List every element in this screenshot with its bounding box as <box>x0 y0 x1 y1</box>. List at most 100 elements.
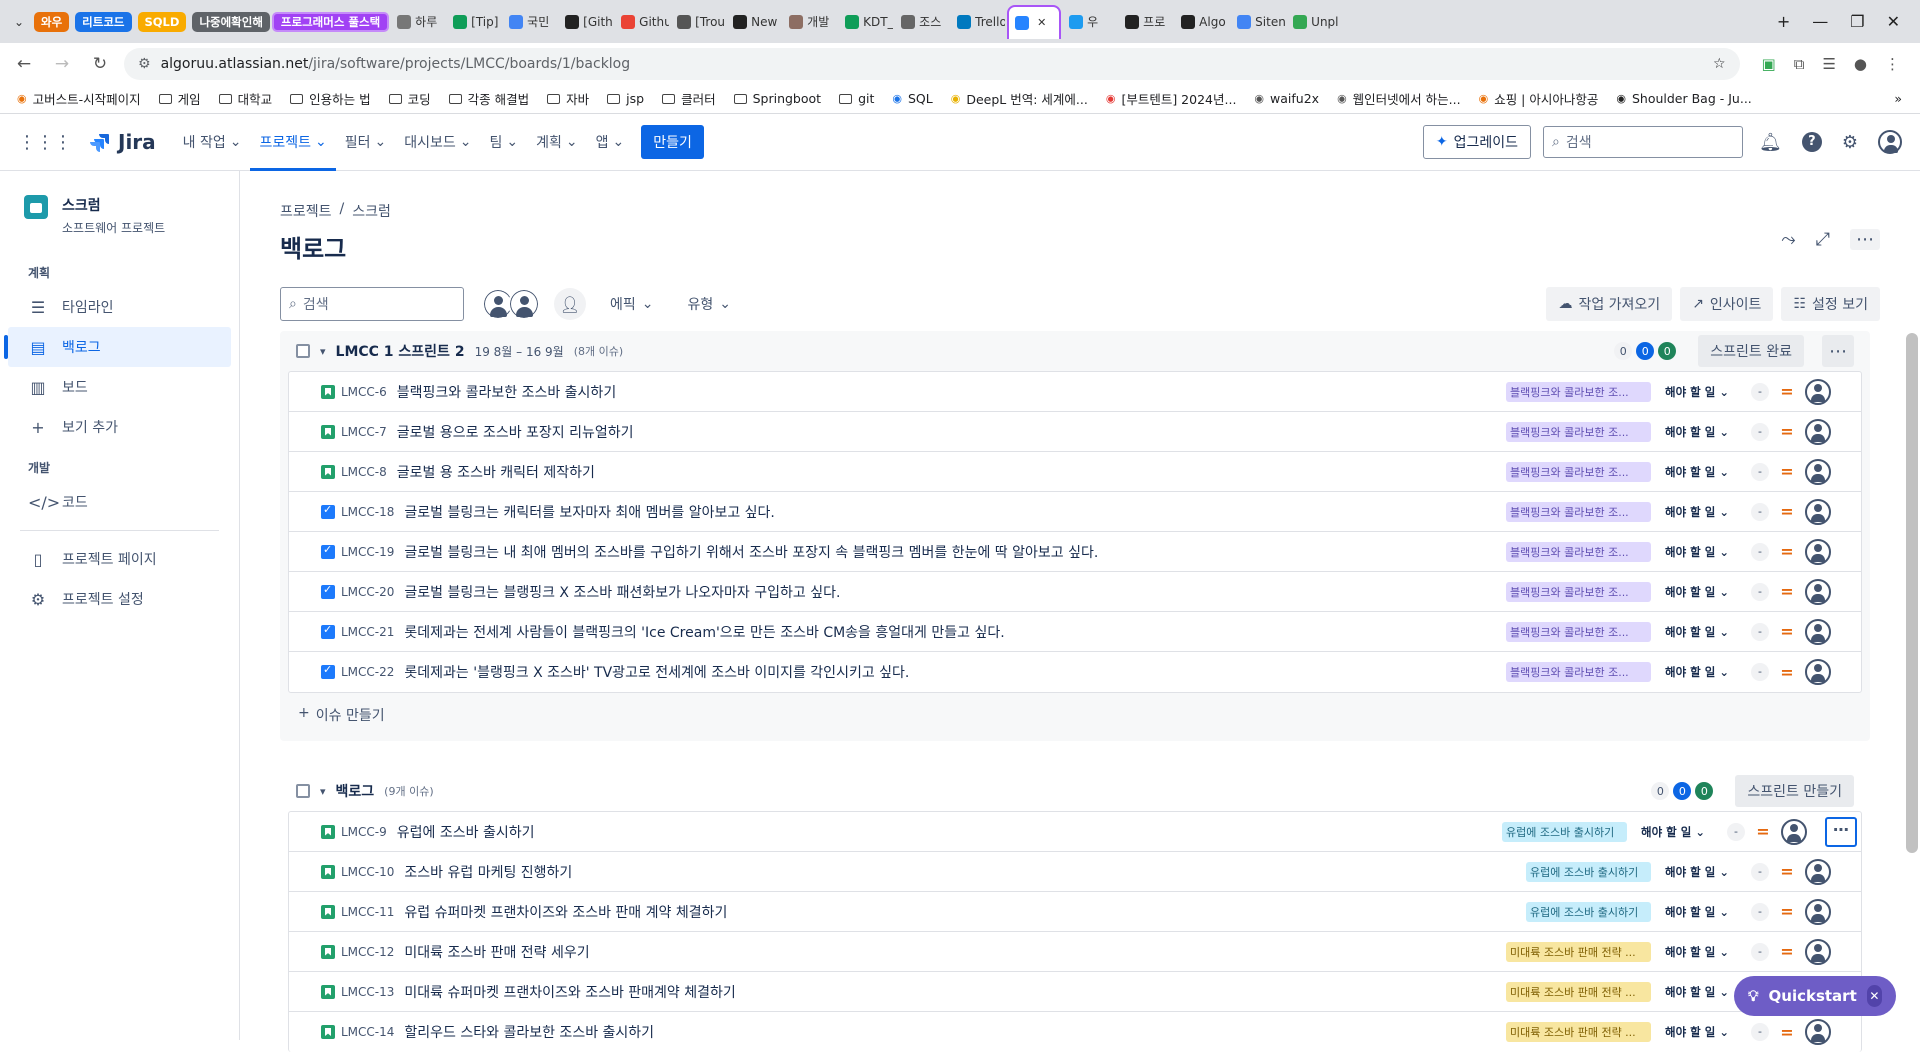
bookmark-item[interactable]: jsp <box>598 91 653 106</box>
issue-row[interactable]: LMCC-10 조스바 유럽 마케팅 진행하기 유럽에 조스바 출시하기 해야 할 일… <box>289 852 1861 892</box>
status-dropdown[interactable]: 해야 할 일 ⌄ <box>1661 582 1741 602</box>
browser-tab[interactable]: 우 <box>1063 8 1117 36</box>
nav-dashboards[interactable]: 대시보드 ⌄ <box>395 114 480 171</box>
story-points-estimate[interactable]: - <box>1751 902 1769 921</box>
issue-row[interactable]: LMCC-6 블랙핑크와 콜라보한 조스바 출시하기 블랙핑크와 콜라보한 조...… <box>289 372 1861 412</box>
settings-icon[interactable]: ⚙ <box>1842 132 1858 153</box>
issue-row[interactable]: LMCC-12 미대륙 조스바 판매 전략 세우기 미대륙 조스바 판매 전략 ..… <box>289 932 1861 972</box>
browser-tab[interactable]: [Tip] <box>447 8 501 36</box>
issue-summary[interactable]: 미대륙 슈퍼마켓 프랜차이즈와 조스바 판매계약 체결하기 <box>404 982 735 1002</box>
assignee-avatar[interactable] <box>1805 418 1831 445</box>
story-points-estimate[interactable]: - <box>1751 862 1769 881</box>
issue-key[interactable]: LMCC-12 <box>341 945 394 959</box>
epic-badge[interactable]: 미대륙 조스바 판매 전략 ... <box>1506 941 1651 962</box>
browser-tab[interactable]: KDT_ <box>839 8 893 36</box>
epic-badge[interactable]: 유럽에 조스바 출시하기 <box>1526 861 1651 882</box>
nav-plans[interactable]: 계획 ⌄ <box>527 114 587 171</box>
nav-projects[interactable]: 프로젝트 ⌄ <box>250 114 336 171</box>
profile-icon[interactable]: ● <box>1854 55 1867 73</box>
issue-summary[interactable]: 유럽 슈퍼마켓 프랜차이즈와 조스바 판매 계약 체결하기 <box>404 902 727 922</box>
chevron-down-icon[interactable]: ▾ <box>320 345 326 358</box>
sidebar-item-timeline[interactable]: ☰ 타임라인 <box>8 287 231 327</box>
share-icon[interactable]: ⤳ <box>1781 229 1795 250</box>
create-sprint-button[interactable]: 스프린트 만들기 <box>1735 775 1854 807</box>
new-tab-icon[interactable]: + <box>1777 12 1790 31</box>
issue-summary[interactable]: 미대륙 조스바 판매 전략 세우기 <box>404 942 589 962</box>
row-more-button[interactable]: ⋯ <box>1825 816 1857 847</box>
nav-apps[interactable]: 앱 ⌄ <box>587 114 634 171</box>
close-icon[interactable]: ✕ <box>1866 985 1882 1007</box>
status-dropdown[interactable]: 해야 할 일 ⌄ <box>1661 1022 1741 1042</box>
issue-row[interactable]: LMCC-14 할리우드 스타와 콜라보한 조스바 출시하기 미대륙 조스바 판매 … <box>289 1012 1861 1052</box>
assignee-avatar[interactable] <box>1805 618 1831 645</box>
epic-badge[interactable]: 유럽에 조스바 출시하기 <box>1526 901 1651 922</box>
complete-sprint-button[interactable]: 스프린트 완료 <box>1698 335 1804 367</box>
epic-badge[interactable]: 블랙핑크와 콜라보한 조... <box>1506 621 1651 642</box>
browser-tab[interactable]: Trello <box>951 8 1005 36</box>
epic-badge[interactable]: 미대륙 조스바 판매 전략 ... <box>1506 981 1651 1002</box>
reload-icon[interactable]: ↻ <box>86 50 114 78</box>
bookmark-item[interactable]: git <box>830 91 883 106</box>
sprint-checkbox[interactable] <box>296 344 310 358</box>
issue-row[interactable]: LMCC-7 글로벌 용으로 조스바 포장지 리뉴얼하기 블랙핑크와 콜라보한 조.… <box>289 412 1861 452</box>
bookmark-star-icon[interactable]: ☆ <box>1713 56 1726 72</box>
issue-key[interactable]: LMCC-19 <box>341 545 394 559</box>
issue-row[interactable]: LMCC-22 롯데제과는 '블랭핑크 X 조스바' TV광고로 전세계에 조스바… <box>289 652 1861 692</box>
issue-key[interactable]: LMCC-14 <box>341 1025 394 1039</box>
issue-row[interactable]: LMCC-9 유럽에 조스바 출시하기 ⋯ 유럽에 조스바 출시하기 해야 할 일 ⌄ -… <box>289 812 1861 852</box>
site-info-icon[interactable]: ⚙ <box>138 56 151 72</box>
quickstart-button[interactable]: 💡︎ Quickstart ✕ <box>1734 976 1896 1016</box>
issue-summary[interactable]: 글로벌 블링크는 캐릭터를 보자마자 최애 멤버를 알아보고 싶다. <box>404 502 774 522</box>
restore-icon[interactable]: ❐ <box>1850 12 1864 31</box>
status-dropdown[interactable]: 해야 할 일 ⌄ <box>1661 382 1741 402</box>
nav-my-work[interactable]: 내 작업 ⌄ <box>174 114 251 171</box>
story-points-estimate[interactable]: - <box>1751 422 1769 441</box>
bookmark-item[interactable]: 대학교 <box>210 89 282 108</box>
epic-badge[interactable]: 블랙핑크와 콜라보한 조... <box>1506 541 1651 562</box>
story-points-estimate[interactable]: - <box>1751 582 1769 601</box>
sidebar-item-add-view[interactable]: + 보기 추가 <box>8 407 231 447</box>
jira-logo[interactable]: Jira <box>90 130 156 154</box>
forward-icon[interactable]: → <box>48 50 76 78</box>
browser-tab[interactable]: 프로 <box>1119 8 1173 36</box>
backlog-checkbox[interactable] <box>296 784 310 798</box>
tab-group[interactable]: 와우 <box>34 11 70 32</box>
assignee-avatar[interactable] <box>1805 898 1831 925</box>
epic-badge[interactable]: 블랙핑크와 콜라보한 조... <box>1506 421 1651 442</box>
issue-summary[interactable]: 글로벌 용으로 조스바 포장지 리뉴얼하기 <box>397 422 634 442</box>
issue-row[interactable]: LMCC-21 롯데제과는 전세계 사람들이 블랙핑크의 'Ice Cream'으… <box>289 612 1861 652</box>
browser-tab[interactable]: 국민 <box>503 8 557 36</box>
browser-tab[interactable]: [Gith <box>559 8 613 36</box>
status-dropdown[interactable]: 해야 할 일 ⌄ <box>1661 942 1741 962</box>
issue-summary[interactable]: 롯데제과는 '블랭핑크 X 조스바' TV광고로 전세계에 조스바 이미지를 각… <box>404 662 909 682</box>
create-button[interactable]: 만들기 <box>641 125 704 159</box>
sprint-more-button[interactable]: ⋯ <box>1822 335 1854 367</box>
backlog-search-input[interactable]: ⌕ 검색 <box>280 287 464 321</box>
reading-list-icon[interactable]: ☰ <box>1822 55 1835 73</box>
issue-summary[interactable]: 롯데제과는 전세계 사람들이 블랙핑크의 'Ice Cream'으로 만든 조스… <box>404 622 1004 642</box>
chevron-down-icon[interactable]: ▾ <box>320 785 326 798</box>
issue-key[interactable]: LMCC-20 <box>341 585 394 599</box>
status-dropdown[interactable]: 해야 할 일 ⌄ <box>1661 502 1741 522</box>
tab-search-button[interactable]: ⌄ <box>6 8 32 36</box>
avatar[interactable] <box>508 288 540 320</box>
assignee-avatar[interactable] <box>1781 818 1807 845</box>
status-dropdown[interactable]: 해야 할 일 ⌄ <box>1661 982 1741 1002</box>
profile-avatar[interactable] <box>1878 130 1902 154</box>
browser-tab[interactable]: Siten <box>1231 8 1285 36</box>
issue-key[interactable]: LMCC-10 <box>341 865 394 879</box>
assignee-avatar[interactable] <box>1805 1019 1831 1045</box>
issue-row[interactable]: LMCC-20 글로벌 블링크는 블랭핑크 X 조스바 패션화보가 나오자마자 구… <box>289 572 1861 612</box>
sidebar-item-code[interactable]: </> 코드 <box>8 482 231 522</box>
issue-key[interactable]: LMCC-8 <box>341 465 387 479</box>
close-tab-icon[interactable]: ✕ <box>1037 16 1046 29</box>
story-points-estimate[interactable]: - <box>1751 1023 1769 1041</box>
assignee-avatar[interactable] <box>1805 538 1831 565</box>
add-people-icon[interactable]: 👤︎ <box>554 288 586 320</box>
status-dropdown[interactable]: 해야 할 일 ⌄ <box>1661 902 1741 922</box>
help-icon[interactable]: ? <box>1801 132 1822 152</box>
assignee-avatar[interactable] <box>1805 938 1831 965</box>
issue-row[interactable]: LMCC-13 미대륙 슈퍼마켓 프랜차이즈와 조스바 판매계약 체결하기 미대륙 … <box>289 972 1861 1012</box>
breadcrumb-projects[interactable]: 프로젝트 <box>280 201 332 221</box>
story-points-estimate[interactable]: - <box>1751 462 1769 481</box>
